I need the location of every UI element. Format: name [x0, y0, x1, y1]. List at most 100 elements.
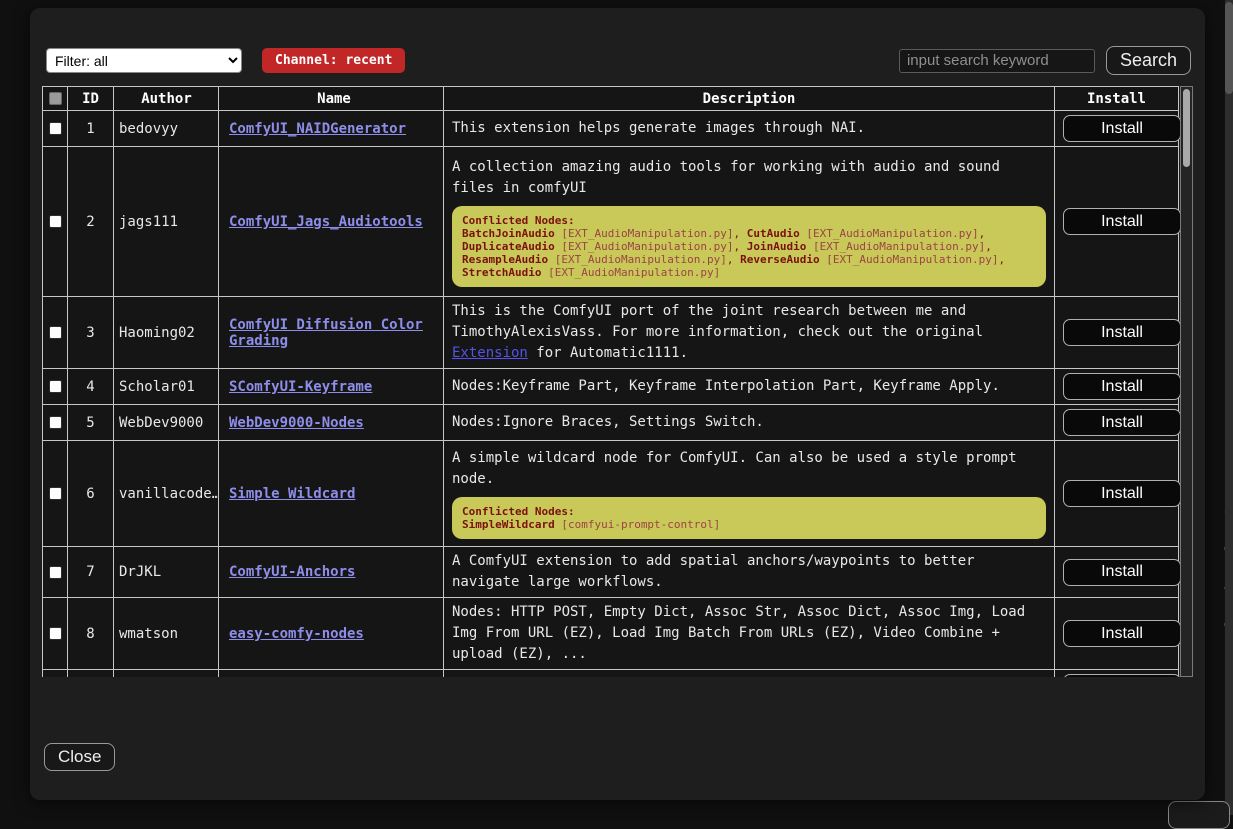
node-name-link[interactable]: ComfyUI_NAIDGenerator	[229, 121, 406, 137]
close-button[interactable]: Close	[44, 743, 115, 771]
install-button[interactable]: Install	[1063, 409, 1181, 436]
conflict-node-source: [EXT_AudioManipulation.py]	[548, 266, 720, 279]
row-checkbox-cell	[43, 369, 68, 405]
row-name-cell: ComfyUI_NAIDGenerator	[219, 111, 444, 147]
row-checkbox-cell	[43, 670, 68, 678]
conflicted-nodes-label: Conflicted Nodes:	[462, 505, 1036, 518]
table-row: 9SoftMengComfyUI_Mexx_StylerNodes: Comfy…	[43, 670, 1179, 678]
node-name-link[interactable]: easy-comfy-nodes	[229, 626, 364, 642]
install-button[interactable]: Install	[1063, 373, 1181, 400]
row-checkbox[interactable]	[49, 627, 62, 640]
conflicted-nodes-box: Conflicted Nodes:SimpleWildcard [comfyui…	[452, 497, 1046, 539]
install-button[interactable]: Install	[1063, 115, 1181, 142]
description-text: This extension helps generate images thr…	[452, 118, 1046, 139]
row-author: DrJKL	[114, 547, 219, 598]
description-text: A ComfyUI extension to add spatial ancho…	[452, 551, 1046, 593]
row-checkbox[interactable]	[49, 326, 62, 339]
install-button[interactable]: Install	[1063, 208, 1181, 235]
row-install-cell: Install	[1055, 547, 1179, 598]
conflict-node-name: JoinAudio	[747, 240, 807, 253]
conflict-node-source: [EXT_AudioManipulation.py]	[555, 253, 727, 266]
row-id: 3	[68, 297, 114, 369]
table-row: 5WebDev9000WebDev9000-NodesNodes:Ignore …	[43, 405, 1179, 441]
row-checkbox[interactable]	[49, 566, 62, 579]
conflict-node-source: [EXT_AudioManipulation.py]	[561, 227, 733, 240]
node-name-link[interactable]: Simple Wildcard	[229, 486, 355, 502]
row-id: 7	[68, 547, 114, 598]
install-button[interactable]: Install	[1063, 480, 1181, 507]
row-checkbox[interactable]	[49, 122, 62, 135]
install-button[interactable]: Install	[1063, 620, 1181, 647]
description-link[interactable]: Extension	[452, 345, 528, 361]
conflict-node-name: BatchJoinAudio	[462, 227, 555, 240]
conflict-node-source: [EXT_AudioManipulation.py]	[806, 227, 978, 240]
node-name-link[interactable]: WebDev9000-Nodes	[229, 415, 364, 431]
description-text: A simple wildcard node for ComfyUI. Can …	[452, 448, 1046, 490]
row-description: This is the ComfyUI port of the joint re…	[444, 297, 1055, 369]
header-name: Name	[219, 87, 444, 111]
description-text: A collection amazing audio tools for wor…	[452, 157, 1046, 199]
row-author: Haoming02	[114, 297, 219, 369]
row-checkbox[interactable]	[49, 215, 62, 228]
channel-badge: Channel: recent	[262, 48, 405, 73]
conflict-node-name: StretchAudio	[462, 266, 541, 279]
table-scrollbar-thumb[interactable]	[1183, 89, 1190, 167]
table-row: 2jags111ComfyUI_Jags_AudiotoolsA collect…	[43, 147, 1179, 297]
row-id: 4	[68, 369, 114, 405]
node-name-link[interactable]: SComfyUI-Keyframe	[229, 379, 372, 395]
row-checkbox[interactable]	[49, 416, 62, 429]
conflict-node-name: ResampleAudio	[462, 253, 548, 266]
table-row: 4Scholar01 SComfyUI-Keyframe Nodes:Keyfram…	[43, 369, 1179, 405]
install-button[interactable]: Install	[1063, 674, 1181, 677]
conflict-node-name: ReverseAudio	[740, 253, 819, 266]
select-all-checkbox[interactable]	[49, 92, 62, 105]
row-description: A ComfyUI extension to add spatial ancho…	[444, 547, 1055, 598]
row-id: 2	[68, 147, 114, 297]
window-scrollbar-thumb[interactable]	[1225, 2, 1233, 94]
conflict-node-name: SimpleWildcard	[462, 518, 555, 531]
description-text: Nodes:Keyframe Part, Keyframe Interpolat…	[452, 376, 1046, 397]
node-name-link[interactable]: ComfyUI_Jags_Audiotools	[229, 214, 423, 230]
conflict-node-source: [EXT_AudioManipulation.py]	[826, 253, 998, 266]
row-install-cell: Install	[1055, 111, 1179, 147]
conflicted-nodes-label: Conflicted Nodes:	[462, 214, 1036, 227]
table-scrollbar[interactable]	[1180, 86, 1193, 677]
conflicted-nodes-box: Conflicted Nodes:BatchJoinAudio [EXT_Aud…	[452, 206, 1046, 287]
row-author: vanillacode…	[114, 441, 219, 547]
row-name-cell: ComfyUI_Jags_Audiotools	[219, 147, 444, 297]
conflict-node-source: [EXT_AudioManipulation.py]	[561, 240, 733, 253]
table-body: 1bedovyyComfyUI_NAIDGeneratorThis extens…	[43, 111, 1179, 678]
row-author: SoftMeng	[114, 670, 219, 678]
row-checkbox[interactable]	[49, 380, 62, 393]
header-author: Author	[114, 87, 219, 111]
table-row: 6vanillacode…Simple WildcardA simple wil…	[43, 441, 1179, 547]
node-name-link[interactable]: ComfyUI-Anchors	[229, 564, 355, 580]
header-id: ID	[68, 87, 114, 111]
description-text: This is the ComfyUI port of the joint re…	[452, 301, 1046, 364]
row-checkbox-cell	[43, 111, 68, 147]
row-id: 8	[68, 598, 114, 670]
row-name-cell: Simple Wildcard	[219, 441, 444, 547]
custom-nodes-table: ID Author Name Description Install 1bedo…	[42, 86, 1193, 677]
search-input[interactable]	[899, 49, 1095, 73]
row-name-cell: SComfyUI-Keyframe	[219, 369, 444, 405]
row-checkbox-cell	[43, 441, 68, 547]
table-header-row: ID Author Name Description Install	[43, 87, 1179, 111]
row-description: A simple wildcard node for ComfyUI. Can …	[444, 441, 1055, 547]
row-checkbox[interactable]	[49, 487, 62, 500]
node-name-link[interactable]: ComfyUI Diffusion Color Grading	[229, 317, 423, 349]
install-button[interactable]: Install	[1063, 319, 1181, 346]
filter-select[interactable]: Filter: all	[46, 48, 242, 73]
row-checkbox-cell	[43, 147, 68, 297]
window-scrollbar[interactable]	[1225, 0, 1233, 815]
row-description: A collection amazing audio tools for wor…	[444, 147, 1055, 297]
search-button[interactable]: Search	[1106, 46, 1191, 75]
row-install-cell: Install	[1055, 369, 1179, 405]
install-button[interactable]: Install	[1063, 559, 1181, 586]
row-description: Nodes:Ignore Braces, Settings Switch.	[444, 405, 1055, 441]
row-install-cell: Install	[1055, 297, 1179, 369]
description-text: Nodes:Ignore Braces, Settings Switch.	[452, 412, 1046, 433]
row-author: Scholar01	[114, 369, 219, 405]
row-name-cell: WebDev9000-Nodes	[219, 405, 444, 441]
header-description: Description	[444, 87, 1055, 111]
